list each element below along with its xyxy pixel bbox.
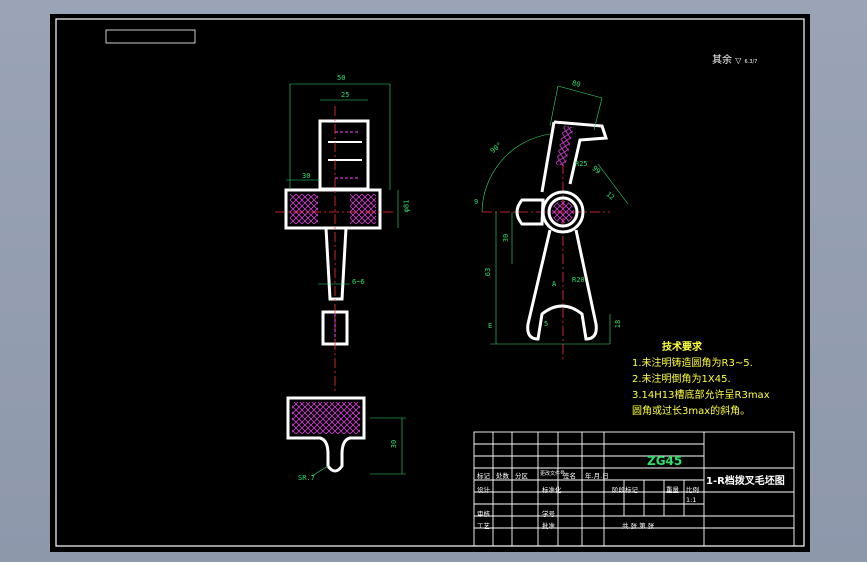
dim-section-30: 30 [390,439,399,449]
dim-r20: R20 [572,276,585,284]
row-stage-mark: 阶段标记 [612,486,638,494]
code-box [105,29,196,44]
row-standard: 标准化 [542,486,562,494]
dim-section-radius: SR.7 [298,474,315,482]
row-sheets: 共 张 第 张 [622,522,655,530]
roughness-icon: ▽ [735,56,742,65]
dim-18: 18 [614,319,623,329]
row-weight: 重量 [666,486,679,494]
section-letter-a: A [552,280,557,288]
requirement-2: 2.未注明倒角为1X45. [632,374,731,385]
dim-63: 63 [484,267,493,277]
front-view [284,119,382,346]
fork-arm [324,226,348,301]
dim-5: 5 [544,320,549,328]
requirements-heading: 技术要求 [662,342,702,353]
hdr-count: 处数 [496,472,509,480]
hatch-hub-right [350,194,376,224]
requirement-1: 1.未注明铸造圆角为R3~5. [632,358,753,369]
row-approve: 批准 [542,522,555,530]
dim-dia-81: φ81 [402,199,411,213]
front-dim-lines [286,83,399,285]
dim-len-30: 30 [302,172,311,180]
dim-width-50: 50 [337,74,346,82]
dim-r25: R25 [575,160,588,168]
section-letter-e: E [488,322,493,330]
row-design: 设计 [477,486,490,494]
hub-hatch [552,201,574,223]
requirement-4: 圆角或过长3max的斜角。 [632,406,751,417]
row-student-no: 学号 [542,510,555,518]
material-label: ZG45 [647,454,683,468]
drawing-title: 1-R档拨叉毛坯图 [706,476,785,487]
hatch-hub-left [290,194,318,224]
section-hatch [292,402,360,434]
surface-note: 其余 ▽ 6.3/7 [712,55,758,66]
row-scale: 比例 [686,486,699,494]
scale-value: 1:1 [686,496,697,504]
dim-30b: 30 [502,233,511,243]
dim-width-25: 25 [341,91,350,99]
drawing-frame [55,18,805,547]
row-review: 审核 [477,510,490,518]
hdr-zone: 分区 [515,472,528,480]
dim-9: 9 [474,198,479,206]
hidden-lines [334,131,360,340]
row-craft: 工艺 [477,522,490,530]
hdr-mark: 标记 [477,472,490,480]
hdr-signature: 签名 [563,472,576,480]
fork-top-hatch [555,125,574,167]
fork-legs [526,229,598,341]
hdr-change-doc: 更改文件号 [540,471,566,477]
drawing-sheet: 其余 ▽ 6.3/7 50 25 30 φ81 6~6 30 SR.7 80 9… [50,14,810,552]
fork-head [318,119,370,191]
cad-drawing [55,18,805,547]
requirement-3: 3.14H13槽底部允许呈R3max [632,390,770,401]
dim-len-6: 6~6 [352,278,365,286]
hdr-date: 年.月.日 [585,472,609,480]
